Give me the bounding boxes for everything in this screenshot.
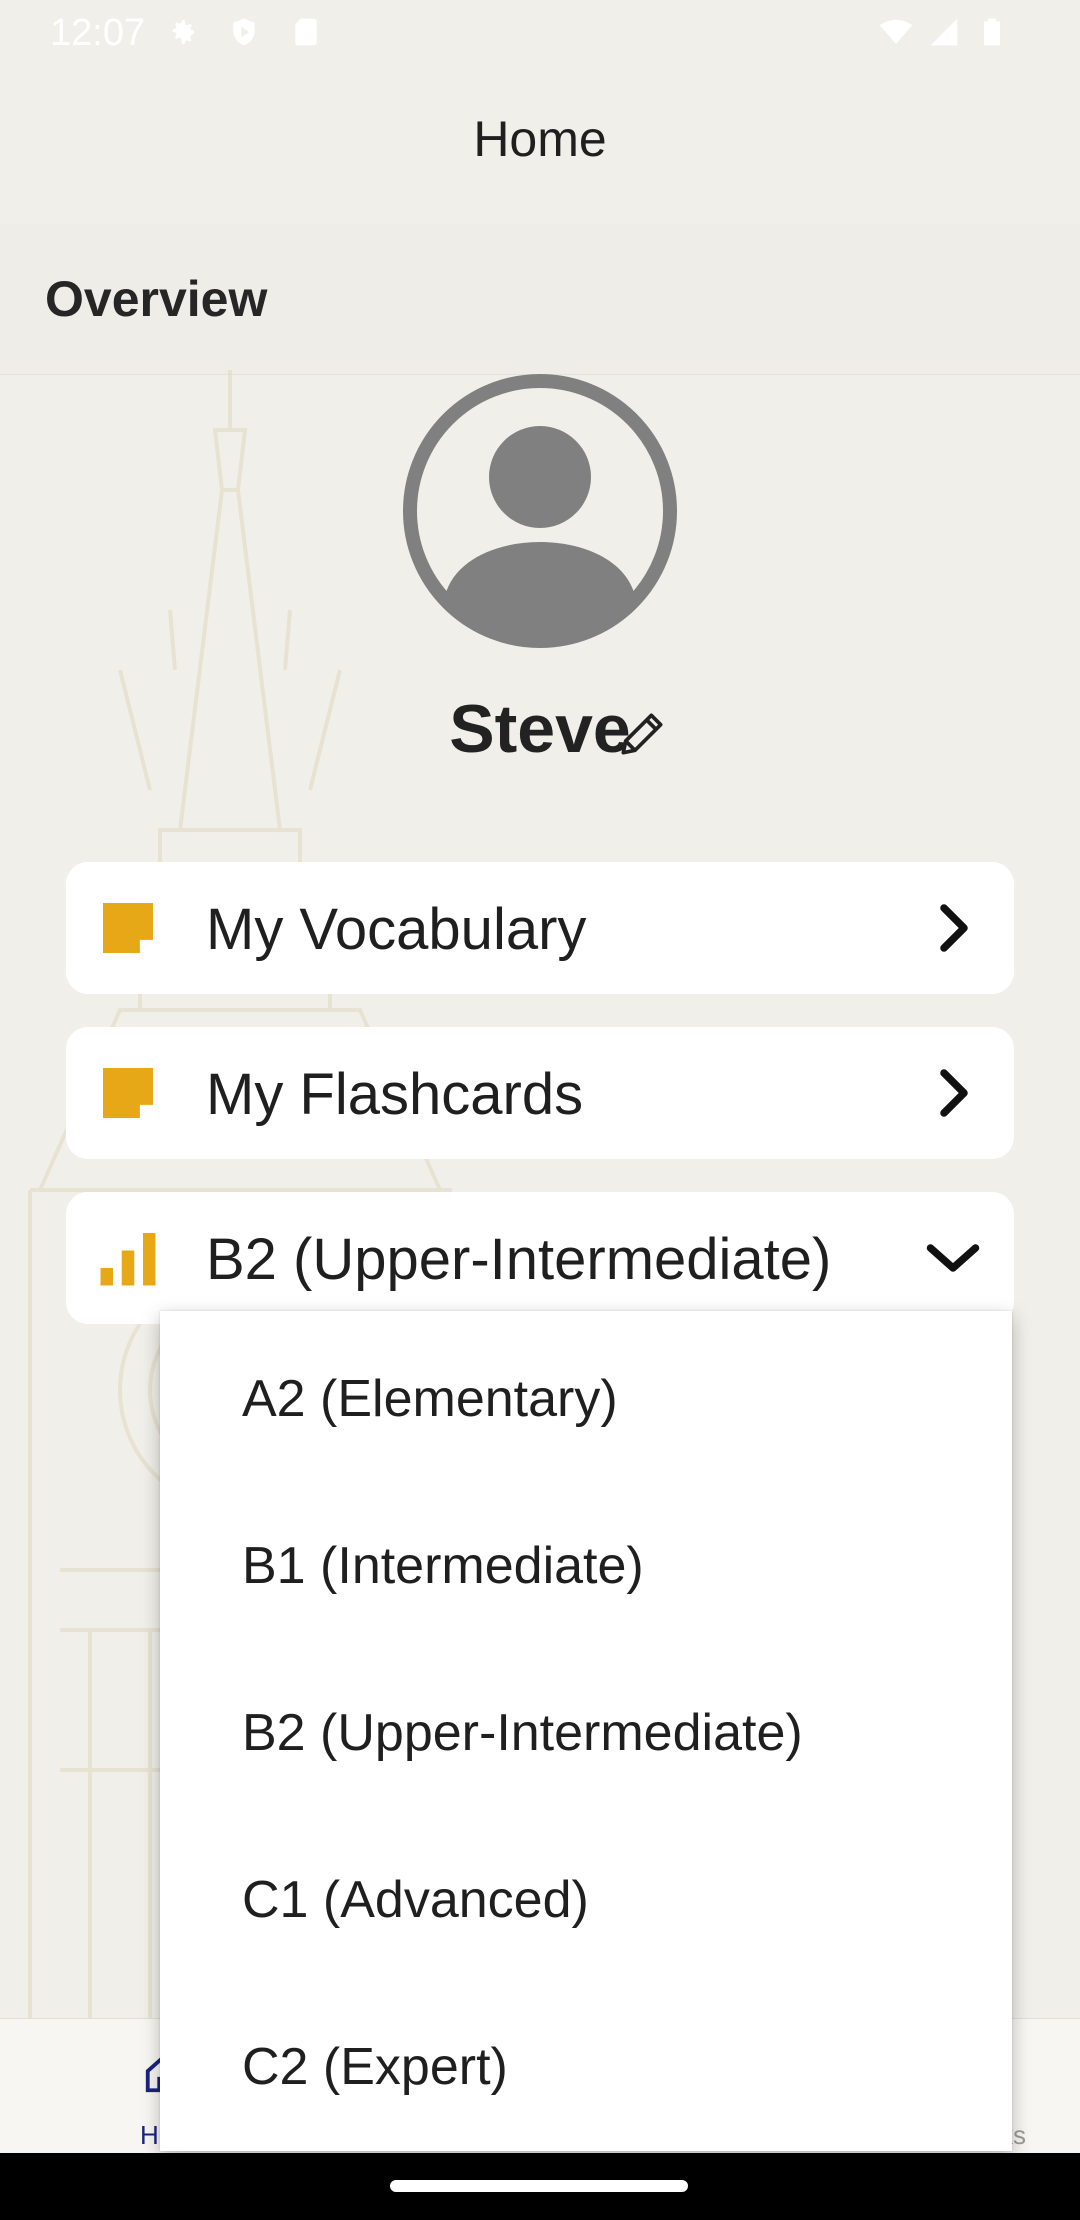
pencil-icon[interactable] — [614, 706, 670, 762]
person-avatar-icon[interactable] — [403, 374, 677, 648]
level-option-c2[interactable]: C2 (Expert) — [242, 2037, 508, 2097]
level-selector[interactable]: B2 (Upper-Intermediate) — [66, 1192, 1014, 1324]
page-title: Home — [473, 111, 607, 167]
level-option-b2[interactable]: B2 (Upper-Intermediate) — [242, 1703, 803, 1763]
signal-icon — [930, 18, 958, 46]
sticky-note-icon — [103, 903, 153, 953]
gear-icon — [172, 20, 194, 44]
level-option-a2[interactable]: A2 (Elementary) — [242, 1369, 618, 1429]
chevron-down-icon[interactable] — [920, 1228, 986, 1288]
overview-label: Overview — [45, 271, 268, 327]
nav-home-label[interactable]: H — [140, 2120, 159, 2151]
sticky-note-icon — [103, 1068, 153, 1118]
my-flashcards-card[interactable]: My Flashcards — [66, 1027, 1014, 1159]
shield-play-icon — [233, 18, 255, 46]
my-vocabulary-card[interactable]: My Vocabulary — [66, 862, 1014, 994]
my-vocabulary-label: My Vocabulary — [206, 897, 587, 962]
status-bar — [0, 0, 1080, 64]
chevron-right-icon — [940, 904, 968, 952]
my-flashcards-label: My Flashcards — [206, 1062, 584, 1127]
bar-chart-icon — [100, 1233, 156, 1286]
selected-level-label: B2 (Upper-Intermediate) — [206, 1227, 832, 1292]
battery-icon — [984, 18, 1000, 46]
level-option-c1[interactable]: C1 (Advanced) — [242, 1870, 589, 1930]
level-dropdown-menu: A2 (Elementary) B1 (Intermediate) B2 (Up… — [160, 1311, 1012, 2151]
sd-card-icon — [295, 18, 317, 46]
level-option-b1[interactable]: B1 (Intermediate) — [242, 1536, 644, 1596]
wifi-icon — [880, 19, 912, 44]
home-gesture-handle[interactable] — [390, 2180, 688, 2192]
status-time: 12:07 — [50, 12, 146, 54]
chevron-right-icon — [940, 1069, 968, 1117]
user-name: Steve — [449, 691, 631, 767]
